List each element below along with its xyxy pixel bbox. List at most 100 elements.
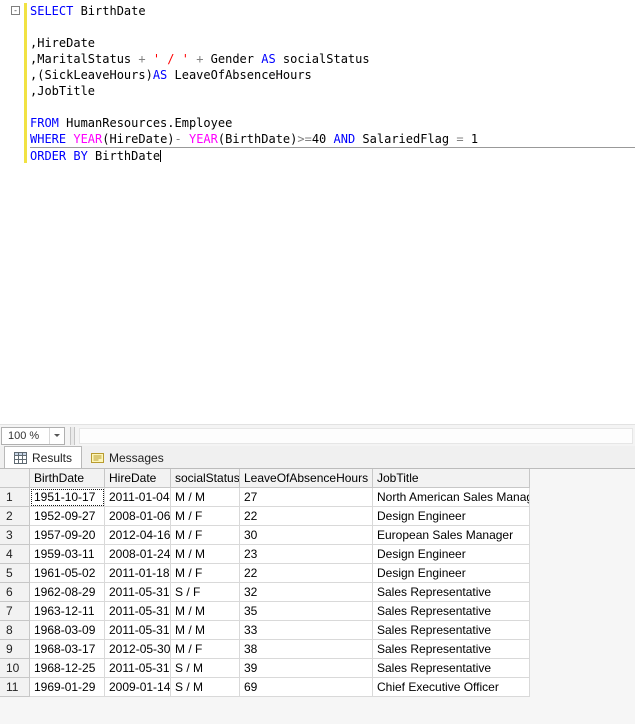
grid-cell[interactable]: 32 [240,583,373,602]
grid-cell[interactable]: S / F [171,583,240,602]
editor-line[interactable]: ,JobTitle [0,83,635,99]
grid-cell[interactable]: 1957-09-20 [30,526,105,545]
editor-line[interactable] [0,99,635,115]
grid-cell[interactable]: 2008-01-24 [105,545,171,564]
grid-cell[interactable]: M / F [171,526,240,545]
grid-cell[interactable]: Sales Representative [373,659,530,678]
grid-row-number[interactable]: 3 [0,526,30,545]
grid-cell[interactable]: 1968-03-17 [30,640,105,659]
tab-results[interactable]: Results [4,446,83,468]
zoom-control[interactable]: 100 % [1,427,65,445]
grid-cell[interactable]: 22 [240,507,373,526]
chevron-down-icon[interactable] [49,428,64,444]
code-line[interactable]: ,JobTitle [30,83,635,99]
grid-cell[interactable]: 2011-05-31 [105,659,171,678]
grid-cell[interactable]: M / F [171,564,240,583]
editor-line[interactable] [0,19,635,35]
grid-column-header[interactable]: LeaveOfAbsenceHours [240,469,373,488]
grid-cell[interactable]: 2011-01-04 [105,488,171,507]
code-line[interactable]: ,(SickLeaveHours)AS LeaveOfAbsenceHours [30,67,635,83]
results-grid[interactable]: BirthDate HireDate socialStatus LeaveOfAbse… [0,468,635,724]
grid-cell[interactable]: M / M [171,602,240,621]
grid-row-number[interactable]: 5 [0,564,30,583]
grid-cell[interactable]: 2011-05-31 [105,602,171,621]
grid-corner-cell[interactable] [0,469,30,488]
collapse-region-icon[interactable]: - [11,6,20,15]
grid-row-number[interactable]: 9 [0,640,30,659]
editor-line[interactable]: ,HireDate [0,35,635,51]
grid-cell[interactable]: Sales Representative [373,640,530,659]
grid-row-number[interactable]: 11 [0,678,30,697]
grid-cell[interactable]: Design Engineer [373,545,530,564]
grid-cell[interactable]: North American Sales Manager [373,488,530,507]
editor-line[interactable]: - SELECT BirthDate [0,3,635,19]
grid-cell[interactable]: 1952-09-27 [30,507,105,526]
grid-row-number[interactable]: 6 [0,583,30,602]
grid-cell[interactable]: 2008-01-06 [105,507,171,526]
grid-cell[interactable]: M / M [171,488,240,507]
grid-cell[interactable]: 38 [240,640,373,659]
sql-editor[interactable]: - SELECT BirthDate ,HireDate ,MaritalStatus… [0,0,635,424]
grid-cell[interactable]: 33 [240,621,373,640]
grid-cell[interactable]: 2011-05-31 [105,621,171,640]
grid-cell[interactable]: Sales Representative [373,602,530,621]
grid-cell[interactable]: 23 [240,545,373,564]
grid-cell[interactable]: 2011-01-18 [105,564,171,583]
code-line[interactable] [30,19,635,35]
grid-cell[interactable]: 2012-05-30 [105,640,171,659]
grid-column-header[interactable]: HireDate [105,469,171,488]
splitter-grip[interactable] [70,427,75,445]
grid-cell[interactable]: 1969-01-29 [30,678,105,697]
grid-cell[interactable]: 1951-10-17 [30,488,105,507]
grid-cell[interactable]: M / M [171,621,240,640]
grid-column-header[interactable]: socialStatus [171,469,240,488]
code-line[interactable] [30,99,635,115]
grid-cell[interactable]: 27 [240,488,373,507]
grid-cell[interactable]: S / M [171,678,240,697]
grid-cell[interactable]: 1968-03-09 [30,621,105,640]
grid-cell[interactable]: Design Engineer [373,507,530,526]
tab-messages[interactable]: Messages [82,448,173,468]
code-line[interactable]: ,HireDate [30,35,635,51]
grid-row-number[interactable]: 7 [0,602,30,621]
grid-cell[interactable]: European Sales Manager [373,526,530,545]
grid-cell[interactable]: 1959-03-11 [30,545,105,564]
code-line[interactable]: WHERE YEAR(HireDate)- YEAR(BirthDate)>=4… [30,131,635,147]
grid-row-number[interactable]: 1 [0,488,30,507]
editor-line[interactable]: FROM HumanResources.Employee [0,115,635,131]
grid-cell[interactable]: M / M [171,545,240,564]
grid-row-number[interactable]: 10 [0,659,30,678]
grid-cell[interactable]: 1968-12-25 [30,659,105,678]
grid-cell[interactable]: 39 [240,659,373,678]
grid-cell[interactable]: 1962-08-29 [30,583,105,602]
grid-cell[interactable]: 69 [240,678,373,697]
code-line[interactable]: FROM HumanResources.Employee [30,115,635,131]
grid-cell[interactable]: 1961-05-02 [30,564,105,583]
grid-cell[interactable]: Chief Executive Officer [373,678,530,697]
grid-cell[interactable]: M / F [171,507,240,526]
editor-line[interactable]: WHERE YEAR(HireDate)- YEAR(BirthDate)>=4… [0,131,635,147]
code-line[interactable]: SELECT BirthDate [30,3,635,19]
grid-column-header[interactable]: BirthDate [30,469,105,488]
editor-line[interactable]: ,MaritalStatus + ' / ' + Gender AS socia… [0,51,635,67]
grid-cell[interactable]: 35 [240,602,373,621]
code-line[interactable]: ORDER BY BirthDate [30,147,635,163]
editor-line[interactable]: ORDER BY BirthDate [0,147,635,163]
grid-column-header[interactable]: JobTitle [373,469,530,488]
horizontal-scrollbar[interactable] [79,428,633,444]
grid-cell[interactable]: 2011-05-31 [105,583,171,602]
grid-row-number[interactable]: 4 [0,545,30,564]
editor-line[interactable]: ,(SickLeaveHours)AS LeaveOfAbsenceHours [0,67,635,83]
grid-cell[interactable]: M / F [171,640,240,659]
grid-row-number[interactable]: 2 [0,507,30,526]
grid-cell[interactable]: 2012-04-16 [105,526,171,545]
grid-cell[interactable]: Sales Representative [373,583,530,602]
code-line[interactable]: ,MaritalStatus + ' / ' + Gender AS socia… [30,51,635,67]
editor-lines[interactable]: - SELECT BirthDate ,HireDate ,MaritalStatus… [0,0,635,163]
grid-cell[interactable]: 1963-12-11 [30,602,105,621]
grid-cell[interactable]: Sales Representative [373,621,530,640]
grid-cell[interactable]: 22 [240,564,373,583]
grid-cell[interactable]: Design Engineer [373,564,530,583]
grid-cell[interactable]: S / M [171,659,240,678]
grid-row-number[interactable]: 8 [0,621,30,640]
